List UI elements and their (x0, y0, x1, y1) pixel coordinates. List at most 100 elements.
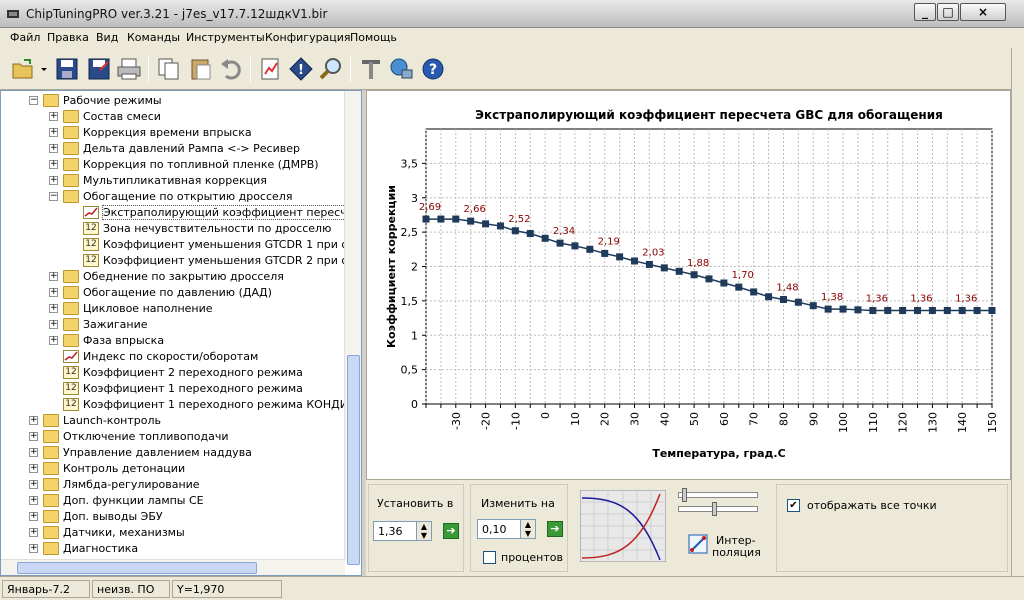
expand-icon[interactable]: + (29, 416, 38, 425)
scrollbar-thumb[interactable] (347, 355, 360, 565)
data-point (437, 215, 445, 223)
slider-thumb[interactable] (712, 502, 717, 516)
tree-item-label: Управление давлением наддува (63, 446, 252, 459)
data-label: 2,69 (419, 202, 441, 213)
expand-icon[interactable]: + (29, 544, 38, 553)
menu-tools[interactable]: Инструменты (186, 31, 265, 44)
expand-icon[interactable]: + (49, 144, 58, 153)
search-icon[interactable] (318, 56, 344, 82)
save-as-icon[interactable] (86, 56, 112, 82)
compare-icon[interactable] (258, 56, 284, 82)
print-icon[interactable] (116, 56, 142, 82)
expand-icon[interactable]: + (49, 304, 58, 313)
chart-svg[interactable]: Экстраполирующий коэффициент пересчета G… (367, 91, 1010, 479)
menu-help[interactable]: Помощь (350, 31, 397, 44)
y-tick-label: 1,5 (401, 295, 419, 308)
menu-config[interactable]: Конфигурация (265, 31, 351, 44)
expand-icon[interactable]: + (49, 336, 58, 345)
tree-vertical-scrollbar[interactable] (344, 91, 361, 565)
help-icon[interactable]: ? (420, 56, 446, 82)
x-tick-label: 110 (867, 412, 880, 433)
interpolation-icon[interactable] (688, 534, 708, 554)
menu-view[interactable]: Вид (96, 31, 118, 44)
set-value-stepper[interactable]: ▲ ▼ (416, 521, 432, 541)
expand-icon[interactable]: + (29, 528, 38, 537)
close-button[interactable]: × (960, 3, 1006, 21)
expand-icon[interactable]: + (29, 512, 38, 521)
change-value-input[interactable]: 0,10 (477, 519, 521, 539)
data-point (809, 302, 817, 310)
data-point (869, 307, 877, 314)
show-all-points-checkbox[interactable]: ✔ (787, 499, 800, 512)
toolbar: ! ? (0, 48, 1024, 90)
folder-open-icon (63, 190, 79, 203)
tree-item-label: Обеднение по закрытию дросселя (83, 270, 284, 283)
slider-thumb[interactable] (682, 488, 687, 502)
tree-item-label: Launch-контроль (63, 414, 162, 427)
expand-icon[interactable]: + (29, 464, 38, 473)
expand-icon[interactable]: + (49, 288, 58, 297)
data-point (571, 242, 579, 250)
set-value-input[interactable]: 1,36 (373, 521, 417, 541)
copy-icon[interactable] (156, 56, 182, 82)
set-label: Установить в (377, 497, 454, 510)
const-icon: 12 (83, 238, 99, 251)
menu-file[interactable]: Файл (10, 31, 40, 44)
expand-icon[interactable]: + (29, 480, 38, 489)
data-label: 1,88 (687, 258, 709, 269)
scrollbar-thumb[interactable] (17, 562, 257, 574)
const-icon: 12 (63, 398, 79, 411)
menu-edit[interactable]: Правка (47, 31, 89, 44)
network-icon[interactable] (388, 56, 414, 82)
tree-item-label: Коэффициент уменьшения GTCDR 1 при обога (103, 238, 362, 251)
y-tick-label: 3,5 (401, 157, 419, 170)
interpolation-label-2[interactable]: поляция (712, 546, 761, 559)
maximize-button[interactable]: □ (937, 3, 959, 21)
tree-horizontal-scrollbar[interactable] (1, 559, 345, 575)
menu-commands[interactable]: Команды (127, 31, 180, 44)
expand-icon[interactable]: + (49, 272, 58, 281)
expand-icon[interactable]: + (49, 112, 58, 121)
chevron-down-icon[interactable] (38, 56, 50, 82)
data-label: 2,52 (508, 214, 530, 225)
expand-icon[interactable]: + (49, 320, 58, 329)
tree-item-label: Мультипликативная коррекция (83, 174, 267, 187)
slider-track-bottom[interactable] (678, 506, 758, 512)
data-label: 2,66 (464, 204, 486, 215)
change-value-stepper[interactable]: ▲ ▼ (520, 519, 536, 539)
expand-icon[interactable]: + (49, 160, 58, 169)
collapse-icon[interactable]: − (49, 192, 58, 201)
tree-item-label: Обогащение по открытию дросселя (83, 190, 293, 203)
y-axis-label: Коэффициент коррекции (385, 185, 398, 348)
slider-track-top[interactable] (678, 492, 758, 498)
expand-icon[interactable]: + (29, 432, 38, 441)
folder-icon (63, 174, 79, 187)
save-icon[interactable] (54, 56, 80, 82)
folder-icon (43, 494, 59, 507)
tree-item-label: Лямбда-регулирование (63, 478, 200, 491)
collapse-icon[interactable]: − (29, 96, 38, 105)
minimize-button[interactable]: _ (914, 3, 936, 21)
info-icon[interactable]: ! (288, 56, 314, 82)
tree-item-label: Состав смеси (83, 110, 161, 123)
x-tick-label: 10 (569, 412, 582, 426)
tools-icon[interactable] (358, 56, 384, 82)
menu-bar: Файл Правка Вид Команды Инструменты Конф… (0, 28, 1024, 48)
expand-icon[interactable]: + (29, 448, 38, 457)
apply-change-button[interactable]: ➔ (547, 521, 563, 537)
tree-item-label: Цикловое наполнение (83, 302, 213, 315)
open-icon[interactable] (10, 56, 36, 82)
expand-icon[interactable]: + (29, 496, 38, 505)
percent-checkbox[interactable] (483, 551, 496, 564)
data-point (988, 307, 996, 314)
expand-icon[interactable]: + (49, 176, 58, 185)
undo-icon[interactable] (218, 56, 244, 82)
interpolation-preview-graph[interactable] (580, 490, 666, 562)
parameters-tree[interactable]: − Рабочие режимы + Состав смеси + Коррекция в… (0, 90, 362, 576)
status-ecu: Январь-7.2 (2, 580, 90, 598)
expand-icon[interactable]: + (49, 128, 58, 137)
paste-icon[interactable] (188, 56, 214, 82)
tree-item-label: Коэффициент 2 переходного режима (83, 366, 303, 379)
data-point (854, 306, 862, 314)
apply-set-button[interactable]: ➔ (443, 523, 459, 539)
